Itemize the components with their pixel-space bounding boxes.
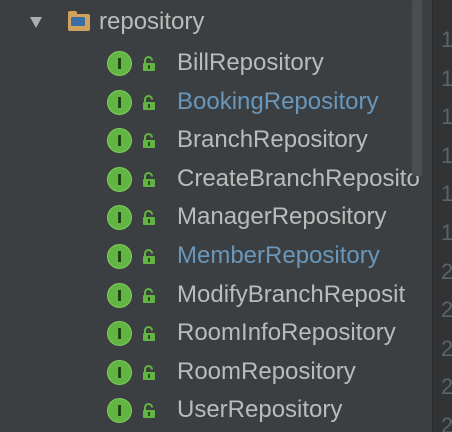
tree-item-label: BranchRepository — [177, 126, 368, 154]
public-access-icon — [143, 210, 155, 226]
tree-item[interactable]: I UserRepository — [0, 391, 432, 429]
tree-item-label: ModifyBranchReposit — [177, 280, 406, 308]
package-folder-icon — [68, 11, 90, 31]
public-access-icon — [143, 94, 155, 110]
tree-item[interactable]: I BillRepository — [0, 44, 432, 82]
interface-icon: I — [107, 398, 132, 424]
line-number: 1 — [441, 221, 452, 245]
project-tree-panel: repository I BillRepository I BookingReposi… — [0, 0, 432, 432]
interface-icon: I — [107, 321, 132, 347]
line-number: 1 — [441, 28, 452, 52]
tree-item-label: MemberRepository — [177, 242, 380, 269]
tree-item[interactable]: I RoomInfoRepository — [0, 314, 432, 352]
tree-item[interactable]: I BranchRepository — [0, 121, 432, 159]
interface-icon: I — [107, 166, 132, 192]
interface-icon: I — [107, 89, 132, 115]
line-number: 2 — [441, 298, 452, 322]
tree-item-label: RoomRepository — [177, 357, 356, 385]
expand-arrow-icon[interactable] — [30, 17, 42, 28]
interface-icon: I — [107, 359, 132, 385]
tree-item-label: ManagerRepository — [177, 203, 387, 231]
tree-item[interactable]: I RoomRepository — [0, 353, 432, 391]
public-access-icon — [143, 403, 155, 419]
interface-icon: I — [107, 244, 132, 269]
line-number: 2 — [441, 336, 452, 361]
tree-item-label: BookingRepository — [177, 87, 379, 115]
public-access-icon — [143, 249, 155, 264]
tree-item[interactable]: I CreateBranchReposito — [0, 160, 432, 198]
interface-icon: I — [107, 205, 132, 231]
public-access-icon — [143, 56, 155, 71]
interface-icon: I — [107, 128, 132, 154]
line-number: 2 — [441, 414, 452, 432]
line-number: 1 — [441, 143, 452, 168]
public-access-icon — [143, 287, 155, 303]
line-number: 1 — [441, 105, 452, 129]
tree-item-label: BillRepository — [177, 49, 324, 76]
public-access-icon — [143, 133, 155, 149]
tree-item[interactable]: I BookingRepository — [0, 83, 432, 121]
public-access-icon — [143, 326, 155, 342]
public-access-icon — [143, 171, 155, 187]
scrollbar[interactable] — [412, 0, 422, 176]
interface-icon: I — [107, 282, 132, 308]
project-tree-screen: repository I BillRepository I BookingReposi… — [0, 0, 452, 432]
interface-icon: I — [107, 51, 132, 76]
tree-folder-repository[interactable]: repository — [0, 3, 432, 41]
tree-item[interactable]: I MemberRepository — [0, 237, 432, 275]
tree-item[interactable]: I ModifyBranchReposit — [0, 276, 432, 314]
editor-line-gutter: 1 1 1 1 1 1 2 2 2 2 2 — [432, 0, 452, 432]
line-number: 2 — [441, 375, 452, 399]
tree-item-label: UserRepository — [177, 396, 343, 424]
public-access-icon — [143, 364, 155, 380]
line-number: 1 — [441, 182, 452, 206]
line-number: 2 — [441, 259, 452, 284]
tree-item[interactable]: I ManagerRepository — [0, 198, 432, 236]
folder-label: repository — [99, 8, 205, 35]
tree-item-label: CreateBranchReposito — [177, 164, 420, 192]
line-number: 1 — [441, 66, 452, 91]
tree-item-label: RoomInfoRepository — [177, 319, 396, 347]
